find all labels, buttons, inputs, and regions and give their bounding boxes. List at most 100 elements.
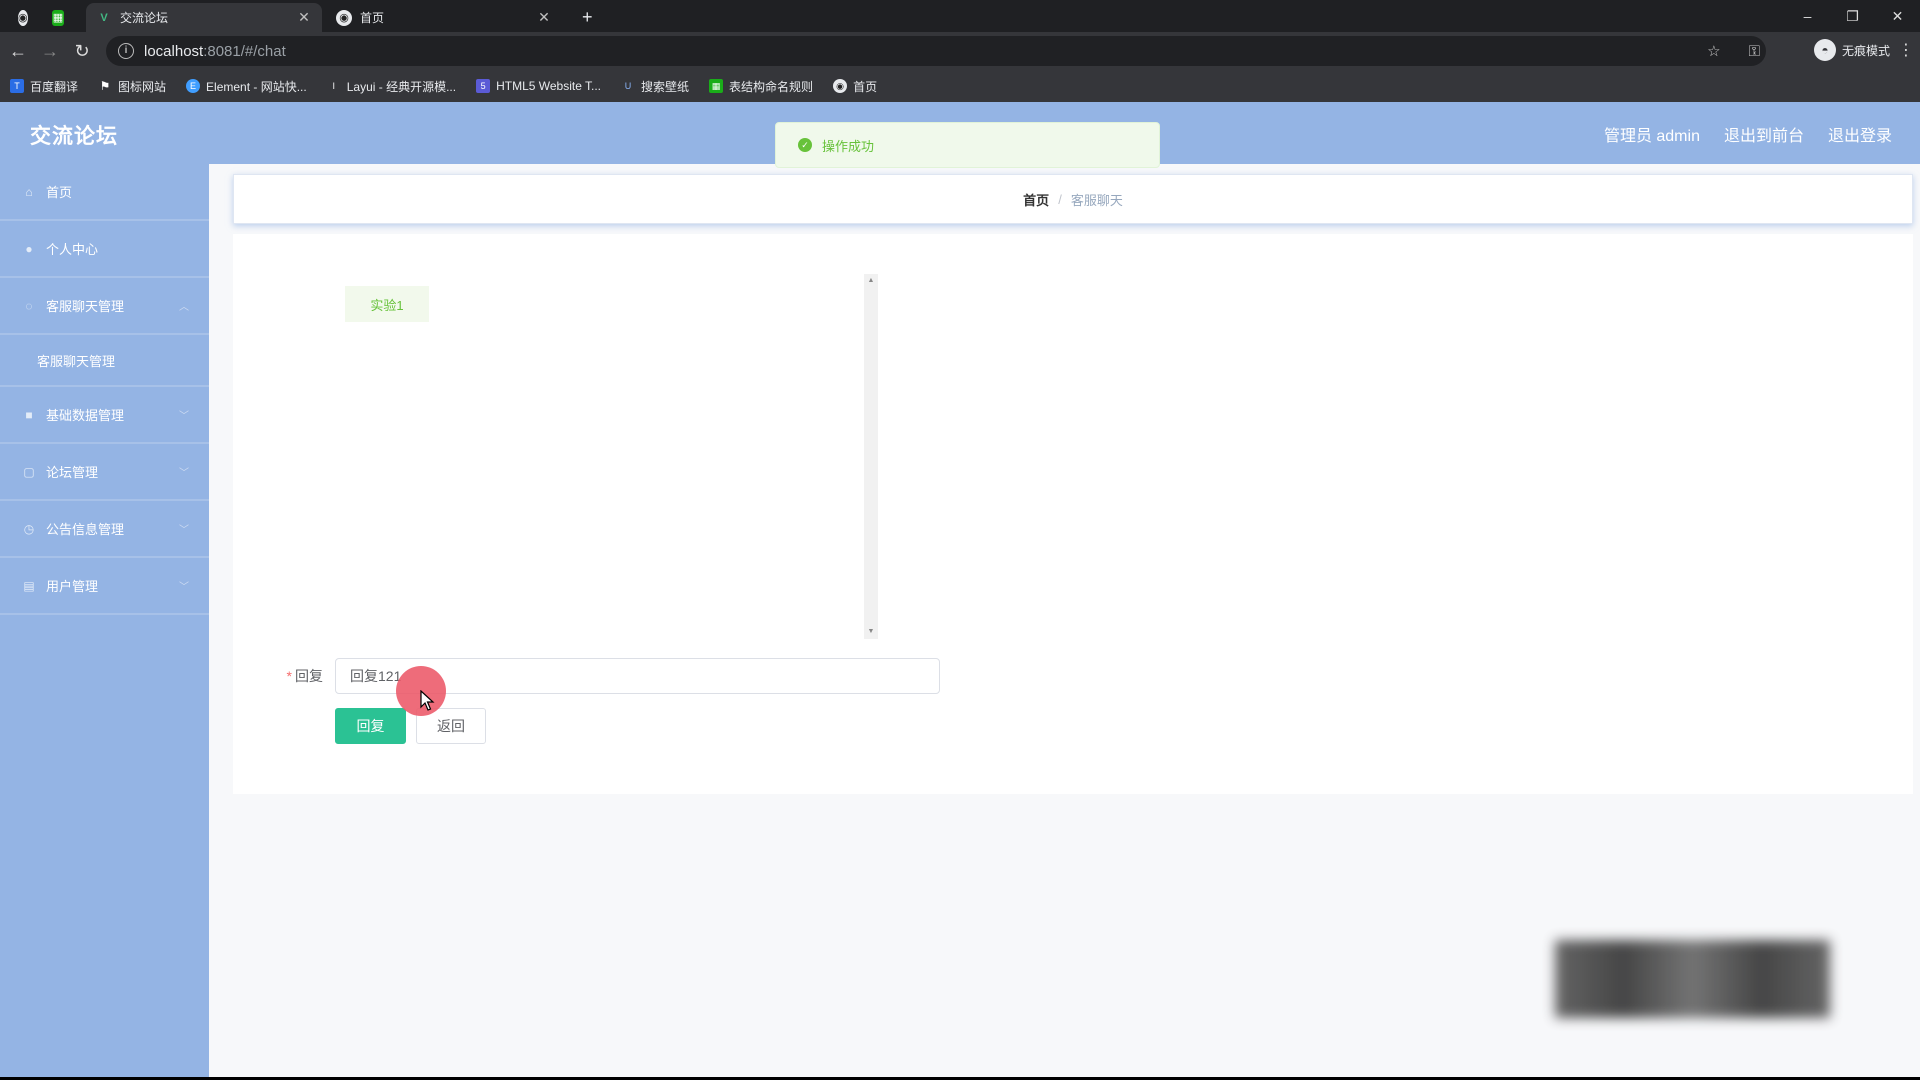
sidebar: ⌂ 首页 ● 个人中心 ◌ 客服聊天管理 ︿ 客服聊天管理 ■ 基础数据管理 ﹀… — [0, 164, 209, 1077]
bookmarks-bar: T 百度翻译 ⚑ 图标网站 E Element - 网站快... l Layui - 经… — [0, 70, 1920, 102]
toast-message: 操作成功 — [822, 138, 875, 154]
url-path: :8081/#/chat — [203, 42, 286, 60]
new-tab-button[interactable]: + — [572, 3, 602, 32]
back-icon[interactable]: ← — [6, 39, 30, 63]
bookmark-item[interactable]: E Element - 网站快... — [186, 78, 307, 95]
chevron-down-icon: ﹀ — [179, 582, 189, 593]
chevron-down-icon: ﹀ — [179, 525, 189, 536]
url-host: localhost — [144, 42, 204, 60]
chevron-up-icon: ︿ — [179, 302, 189, 313]
bookmark-item[interactable]: U 搜索壁纸 — [621, 78, 689, 95]
wallpaper-icon: U — [624, 81, 632, 91]
notice-icon: ◷ — [23, 521, 35, 536]
tab-title: 首页 — [360, 11, 385, 25]
breadcrumb: 首页 / 客服聊天 — [233, 174, 1913, 224]
element-icon: E — [186, 79, 201, 93]
success-toast: ✓ 操作成功 — [775, 122, 1160, 168]
logout-link[interactable]: 退出登录 — [1828, 122, 1892, 146]
bookmark-item[interactable]: ◉ 首页 — [833, 78, 877, 95]
star-icon[interactable]: ☆ — [1707, 42, 1720, 60]
sidebar-subitem-chat[interactable]: 客服聊天管理 — [0, 335, 209, 387]
sidebar-item-chat[interactable]: ◌ 客服聊天管理 ︿ — [0, 278, 209, 335]
reply-button[interactable]: 回复 — [335, 708, 406, 744]
breadcrumb-separator: / — [1058, 191, 1062, 207]
omnibox-actions: ☆ ⚿ — [1707, 36, 1760, 66]
sidebar-item-forum[interactable]: ▢ 论坛管理 ﹀ — [0, 444, 209, 501]
forum-icon: ▢ — [23, 464, 35, 479]
sidebar-item-users[interactable]: ▤ 用户管理 ﹀ — [0, 558, 209, 615]
layui-icon: l — [332, 81, 335, 91]
browser-tabbar: ◉ ▦ V 交流论坛 ✕ ◉ 首页 ✕ + – ❐ ✕ — [0, 0, 1920, 32]
bookmark-item[interactable]: 5 HTML5 Website T... — [476, 79, 601, 93]
sidebar-item-label: 公告信息管理 — [46, 522, 125, 537]
close-icon[interactable]: ✕ — [536, 9, 552, 25]
pinned-tab[interactable]: ▦ — [42, 3, 82, 32]
bookmark-item[interactable]: ⚑ 图标网站 — [98, 78, 166, 95]
sidebar-item-label: 基础数据管理 — [46, 408, 125, 423]
tab-title: 交流论坛 — [120, 11, 169, 25]
browser-menu-icon[interactable]: ⋮ — [1898, 40, 1914, 60]
translate-icon: T — [10, 79, 24, 93]
sidebar-item-basic-data[interactable]: ■ 基础数据管理 ﹀ — [0, 387, 209, 444]
reply-label: * 回复 — [286, 668, 323, 684]
sidebar-item-label: 论坛管理 — [46, 465, 99, 480]
app-root: 交流论坛 管理员 admin 退出到前台 退出登录 ⌂ 首页 ● 个人中心 ◌ … — [0, 102, 1920, 1077]
sidebar-item-label: 用户管理 — [46, 579, 99, 594]
sidebar-item-label: 个人中心 — [46, 242, 99, 257]
flag-icon: ⚑ — [99, 79, 111, 93]
bookmark-item[interactable]: T 百度翻译 — [10, 78, 78, 95]
user-icon: ● — [25, 241, 33, 256]
chat-scrollbar[interactable]: ▲ ▼ — [864, 274, 878, 639]
window-controls: – ❐ ✕ — [1785, 0, 1920, 32]
scroll-down-icon[interactable]: ▼ — [864, 625, 878, 639]
reload-icon[interactable]: ↻ — [70, 39, 94, 63]
key-icon[interactable]: ⚿ — [1749, 43, 1760, 60]
forward-icon[interactable]: → — [38, 39, 62, 63]
html5-icon: 5 — [476, 79, 491, 93]
reply-form-row: * 回复 — [283, 658, 940, 694]
globe-icon: ◉ — [336, 9, 352, 26]
tab-forum[interactable]: V 交流论坛 ✕ — [86, 3, 322, 32]
front-end-link[interactable]: 退出到前台 — [1724, 122, 1804, 146]
scroll-up-icon[interactable]: ▲ — [864, 274, 878, 288]
sidebar-item-label: 客服聊天管理 — [46, 299, 125, 314]
tab-home[interactable]: ◉ 首页 ✕ — [326, 3, 562, 32]
close-icon[interactable]: ✕ — [296, 9, 312, 25]
database-icon: ■ — [25, 407, 33, 422]
bookmark-item[interactable]: l Layui - 经典开源模... — [327, 78, 456, 95]
chevron-down-icon: ﹀ — [179, 468, 189, 479]
chat-message-area[interactable]: 实验1 ▲ ▼ — [293, 274, 878, 639]
sidebar-item-notice[interactable]: ◷ 公告信息管理 ﹀ — [0, 501, 209, 558]
breadcrumb-home[interactable]: 首页 — [1023, 190, 1049, 209]
browser-menu-icon[interactable]: ◉ — [8, 3, 38, 32]
browser-toolbar: ← → ↻ i localhost:8081/#/chat ☆ ⚿ ◓ 无痕模式… — [0, 32, 1920, 70]
sidebar-item-home[interactable]: ⌂ 首页 — [0, 164, 209, 221]
header-links: 管理员 admin 退出到前台 退出登录 — [1604, 122, 1892, 146]
bookmark-item[interactable]: ▦ 表结构命名规则 — [709, 78, 813, 95]
sidebar-item-profile[interactable]: ● 个人中心 — [0, 221, 209, 278]
sidebar-subitem-label: 客服聊天管理 — [37, 353, 116, 369]
table-icon: ▦ — [709, 79, 724, 93]
globe-icon: ◉ — [18, 9, 28, 26]
pinned-tab-icon: ▦ — [52, 9, 64, 26]
users-icon: ▤ — [23, 578, 35, 593]
chat-card: 实验1 ▲ ▼ *回复 回复 返回 — [233, 234, 1913, 794]
chat-message: 实验1 — [345, 286, 429, 322]
info-icon[interactable]: i — [118, 43, 134, 59]
minimize-icon[interactable]: – — [1785, 0, 1830, 32]
required-mark: * — [286, 668, 292, 684]
incognito-indicator[interactable]: ◓ 无痕模式 — [1813, 39, 1890, 61]
sidebar-item-label: 首页 — [46, 185, 73, 200]
incognito-icon: ◓ — [1813, 39, 1836, 61]
address-bar[interactable]: i localhost:8081/#/chat — [106, 36, 1766, 66]
check-circle-icon: ✓ — [798, 138, 812, 152]
app-logo: 交流论坛 — [30, 125, 118, 148]
mouse-cursor-icon — [420, 690, 435, 711]
close-window-icon[interactable]: ✕ — [1875, 0, 1920, 32]
incognito-label: 无痕模式 — [1841, 43, 1890, 58]
blurred-watermark — [1555, 940, 1830, 1018]
restore-icon[interactable]: ❐ — [1830, 0, 1875, 32]
home-icon: ⌂ — [25, 184, 33, 199]
admin-label: 管理员 admin — [1603, 128, 1700, 145]
chevron-down-icon: ﹀ — [179, 411, 189, 422]
